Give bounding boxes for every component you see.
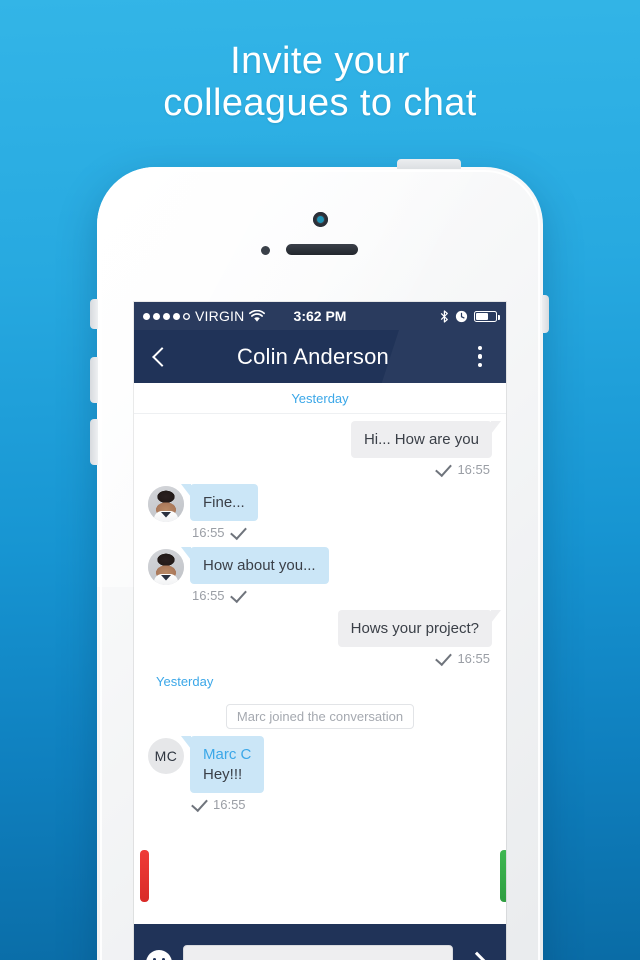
- avatar-initials: MC: [148, 738, 184, 774]
- send-button[interactable]: [464, 951, 494, 960]
- message-meta: 16:55: [190, 585, 247, 603]
- accept-call-bar[interactable]: [500, 850, 506, 902]
- page-title: Invite your colleagues to chat: [0, 40, 640, 124]
- battery-icon: [474, 310, 500, 322]
- message-text: Hey!!!: [203, 766, 243, 783]
- menu-dot: [477, 345, 483, 351]
- message-meta: 16:55: [435, 648, 492, 666]
- menu-dot: [477, 362, 483, 368]
- date-divider-2: Yesterday: [156, 674, 214, 689]
- system-message-text: Marc joined the conversation: [225, 704, 415, 729]
- volume-up-button[interactable]: [90, 357, 98, 403]
- message-bubble[interactable]: Fine...: [181, 484, 258, 521]
- message-time: 16:55: [457, 651, 490, 666]
- message-time: 16:55: [213, 797, 246, 812]
- headline-line-1: Invite your: [230, 40, 410, 82]
- message-bubble[interactable]: Hi... How are you: [350, 421, 502, 458]
- check-icon: [435, 648, 453, 666]
- message-time: 16:55: [457, 462, 490, 477]
- headline-line-2: colleagues to chat: [163, 82, 477, 124]
- send-arrow-icon: [465, 951, 489, 960]
- date-divider-1: Yesterday: [134, 383, 506, 414]
- status-bar: VIRGIN 3:62 PM: [134, 302, 506, 330]
- camera-lens: [317, 216, 324, 223]
- message-bubble[interactable]: Marc C Hey!!!: [180, 736, 265, 793]
- wifi-icon: [249, 309, 266, 322]
- message-bubble[interactable]: How about you...: [181, 547, 329, 584]
- avatar-photo-icon: [148, 549, 184, 585]
- front-camera-icon: [313, 212, 328, 227]
- check-icon: [435, 459, 453, 477]
- message-row: How about you... 16:55: [134, 547, 506, 603]
- contact-name-title: Colin Anderson: [236, 343, 389, 369]
- message-list[interactable]: Yesterday Hi... How are you 16:55 Fine..…: [134, 383, 506, 924]
- signal-strength-icon: [143, 312, 190, 320]
- message-meta: 16:55: [435, 459, 492, 477]
- smiley-icon[interactable]: [146, 950, 172, 960]
- check-icon: [229, 522, 247, 540]
- message-stack: How about you... 16:55: [181, 547, 329, 603]
- check-icon: [229, 585, 247, 603]
- sender-name: Marc C: [203, 746, 252, 763]
- chat-header: Colin Anderson: [134, 330, 506, 383]
- status-bar-right: [440, 309, 500, 323]
- alarm-clock-icon: [455, 310, 468, 322]
- message-meta: 16:55: [190, 794, 246, 812]
- carrier-label: VIRGIN: [195, 308, 245, 324]
- decline-call-bar[interactable]: [140, 850, 149, 902]
- promo-poster: Invite your colleagues to chat VIRGIN 3:…: [0, 0, 640, 960]
- avatar[interactable]: [148, 549, 184, 585]
- system-message: Marc joined the conversation: [134, 704, 506, 729]
- proximity-sensor-icon: [261, 246, 270, 255]
- overflow-menu-button[interactable]: [454, 345, 506, 368]
- message-bubble[interactable]: Hows your project?: [337, 610, 502, 647]
- message-time: 16:55: [192, 588, 225, 603]
- avatar[interactable]: [148, 486, 184, 522]
- menu-dot: [477, 354, 483, 359]
- avatar[interactable]: MC: [148, 738, 184, 774]
- avatar-photo-icon: [148, 486, 184, 522]
- message-stack: Hows your project? 16:55: [337, 610, 502, 666]
- message-stack: Hi... How are you 16:55: [350, 421, 502, 477]
- message-meta: 16:55: [190, 522, 247, 540]
- sim-tray: [542, 295, 549, 333]
- message-row: MC Marc C Hey!!! 16:55: [134, 736, 506, 812]
- phone-screen: VIRGIN 3:62 PM Colin Anderson Yesterday …: [134, 302, 506, 960]
- check-icon: [191, 794, 208, 812]
- bluetooth-icon: [440, 309, 448, 323]
- back-chevron-icon: [152, 346, 172, 367]
- message-stack: Fine... 16:55: [181, 484, 258, 540]
- status-bar-left: VIRGIN: [143, 308, 266, 324]
- message-input-bar: [134, 924, 506, 960]
- message-row: Hows your project? 16:55: [134, 610, 506, 666]
- message-stack: Marc C Hey!!! 16:55: [180, 736, 265, 812]
- mute-switch[interactable]: [90, 299, 98, 329]
- message-time: 16:55: [192, 525, 225, 540]
- earpiece-speaker: [286, 244, 358, 255]
- power-button[interactable]: [397, 159, 461, 169]
- message-input[interactable]: [183, 945, 453, 960]
- message-row: Hi... How are you 16:55: [134, 421, 506, 477]
- volume-down-button[interactable]: [90, 419, 98, 465]
- message-row: Fine... 16:55: [134, 484, 506, 540]
- phone-mockup: VIRGIN 3:62 PM Colin Anderson Yesterday …: [90, 159, 549, 960]
